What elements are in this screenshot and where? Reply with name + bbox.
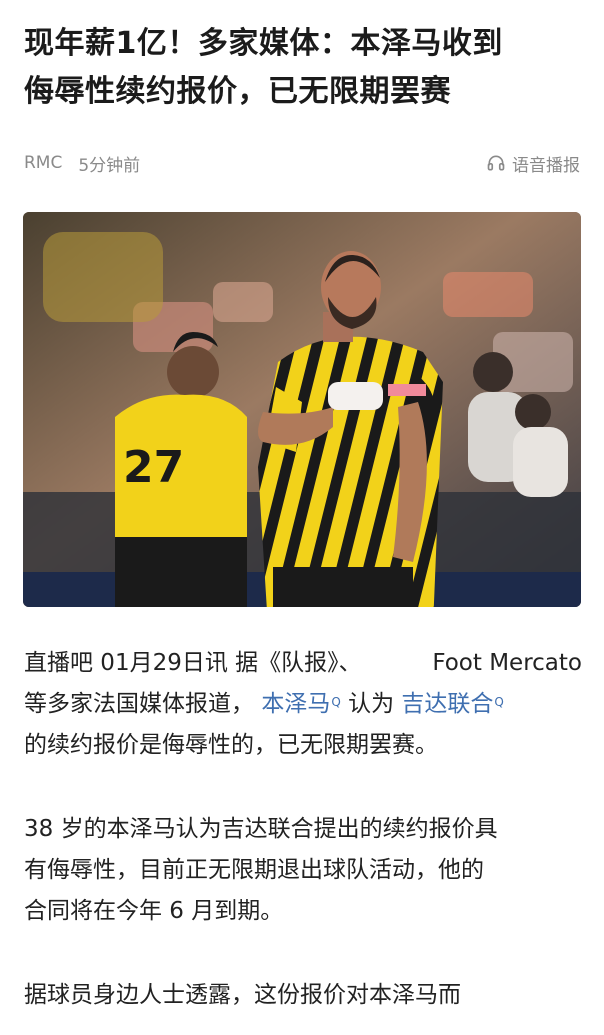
publish-time: 5分钟前	[78, 155, 141, 176]
headphones-icon	[487, 155, 505, 171]
article-paragraph-3: 据球员身边人士透露，这份报价对本泽马而	[24, 975, 582, 1016]
benzema-link[interactable]: 本泽马Q	[261, 691, 340, 717]
article-paragraph-1: 直播吧 01月29日讯 据《队报》、 Foot Mercato 等多家法国媒体报…	[24, 643, 582, 766]
listen-label: 语音播报	[512, 155, 580, 176]
paragraph-1-line-2-part-b: 认为	[348, 691, 395, 717]
search-marker-icon: Q	[494, 695, 504, 709]
article-paragraph-2: 38 岁的本泽马认为吉达联合提出的续约报价具 有侮辱性，目前正无限期退出球队活动…	[24, 809, 582, 932]
paragraph-1-line-1-part-a: 直播吧 01月29日讯 据《队报》、	[24, 650, 362, 676]
title-line-1: 现年薪1亿！多家媒体：本泽马收到	[24, 26, 503, 61]
article-photo[interactable]: 27	[23, 212, 581, 607]
paragraph-1-line-2-part-a: 等多家法国媒体报道，	[24, 691, 254, 717]
article-page: 现年薪1亿！多家媒体：本泽马收到 侮辱性续约报价，已无限期罢赛 RMC 5分钟前…	[0, 0, 604, 1035]
article-meta: RMC 5分钟前 语音播报	[24, 150, 580, 176]
paragraph-2-line-1: 38 岁的本泽马认为吉达联合提出的续约报价具	[24, 816, 498, 842]
paragraph-2-line-3: 合同将在今年 6 月到期。	[24, 898, 284, 924]
paragraph-2-line-2: 有侮辱性，目前正无限期退出球队活动，他的	[24, 857, 484, 883]
jersey-number: 27	[123, 442, 184, 493]
al-ittihad-link-text: 吉达联合	[401, 691, 494, 717]
al-ittihad-link[interactable]: 吉达联合Q	[401, 691, 503, 717]
photo-illustration: 27	[23, 212, 581, 607]
listen-button[interactable]: 语音播报	[486, 151, 580, 176]
paragraph-1-line-3: 的续约报价是侮辱性的，已无限期罢赛。	[24, 732, 438, 758]
paragraph-1-line-1: 直播吧 01月29日讯 据《队报》、 Foot Mercato	[24, 643, 582, 684]
paragraph-1-line-1-part-b: Foot Mercato	[432, 650, 582, 676]
source-label: RMC	[24, 153, 63, 173]
paragraph-1-line-2: 等多家法国媒体报道， 本泽马Q 认为 吉达联合Q	[24, 684, 582, 725]
search-marker-icon: Q	[331, 695, 341, 709]
title-line-2: 侮辱性续约报价，已无限期罢赛	[24, 74, 451, 109]
paragraph-3-line-1: 据球员身边人士透露，这份报价对本泽马而	[24, 982, 461, 1008]
benzema-link-text: 本泽马	[261, 691, 331, 717]
article-title: 现年薪1亿！多家媒体：本泽马收到 侮辱性续约报价，已无限期罢赛	[24, 20, 584, 116]
